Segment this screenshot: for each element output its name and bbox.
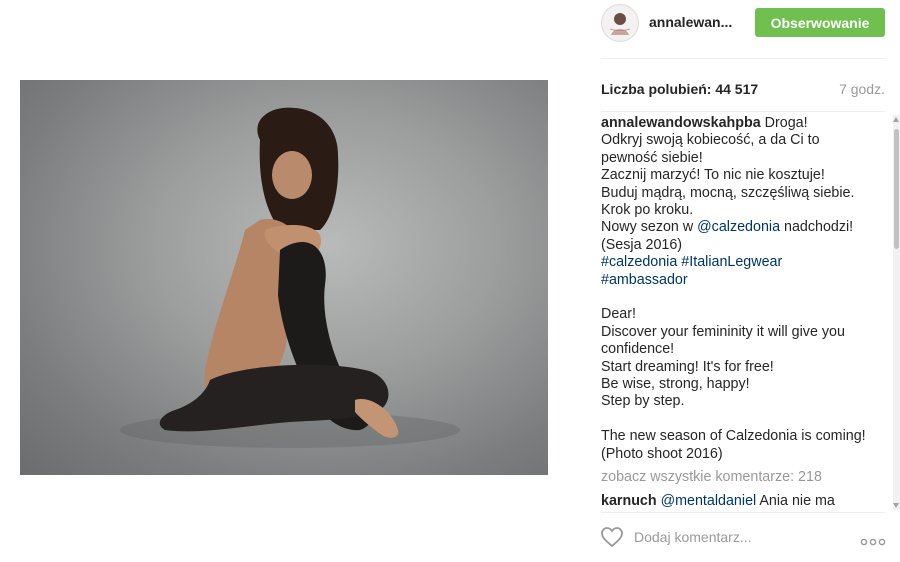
caption-line: The new season of Calzedonia is coming! bbox=[601, 428, 866, 445]
ellipsis-icon[interactable] bbox=[860, 533, 886, 546]
caption-line: Step by step. bbox=[601, 393, 685, 410]
scrollbar-thumb[interactable] bbox=[894, 129, 899, 249]
mention-link[interactable]: @calzedonia bbox=[697, 219, 780, 235]
hashtag-link[interactable]: #calzedonia bbox=[601, 254, 677, 270]
post-time[interactable]: 7 godz. bbox=[839, 81, 885, 97]
hashtag-link[interactable]: #ItalianLegwear bbox=[681, 254, 782, 270]
caption-line: pewność siebie! bbox=[601, 149, 703, 166]
caption-line: (Photo shoot 2016) bbox=[601, 445, 723, 462]
caption-line: Odkryj swoją kobiecość, a da Ci to bbox=[601, 132, 820, 149]
likes-count[interactable]: Liczba polubień: 44 517 bbox=[601, 81, 758, 97]
comment-username[interactable]: karnuch bbox=[601, 493, 657, 509]
caption-text: Droga! bbox=[760, 115, 808, 131]
caption-first-line: annalewandowskahpba Droga! bbox=[601, 115, 881, 132]
caption-line: Start dreaming! It's for free! bbox=[601, 358, 774, 375]
header-divider bbox=[601, 58, 885, 59]
likes-divider bbox=[601, 111, 885, 112]
caption-username[interactable]: annalewandowskahpba bbox=[601, 115, 761, 131]
photo-illustration bbox=[120, 107, 460, 448]
comment-text: Ania nie ma bbox=[756, 492, 835, 509]
caption-line: confidence! bbox=[601, 341, 675, 358]
avatar[interactable] bbox=[601, 4, 639, 42]
caption-text: nadchodzi! bbox=[780, 219, 854, 236]
comments-scrollbar[interactable] bbox=[893, 115, 900, 510]
follow-button[interactable]: Obserwowanie bbox=[755, 8, 885, 37]
post-footer bbox=[598, 522, 900, 558]
caption-line: Krok po kroku. bbox=[601, 202, 694, 219]
likes-label: Liczba polubień: bbox=[601, 81, 712, 97]
post-photo[interactable] bbox=[20, 80, 548, 475]
caption-line: Buduj mądrą, mocną, szczęśliwą siebie. bbox=[601, 184, 855, 201]
caption-line: Dear! bbox=[601, 306, 636, 323]
scroll-down-arrow-icon[interactable] bbox=[893, 503, 899, 508]
caption-text: Nowy sezon w bbox=[601, 219, 698, 236]
hashtag-link[interactable]: #ambassador bbox=[601, 272, 688, 288]
caption-line: Be wise, strong, happy! bbox=[601, 376, 750, 393]
mention-link[interactable]: @mentaldaniel bbox=[661, 493, 757, 509]
scroll-up-arrow-icon[interactable] bbox=[893, 117, 899, 122]
post-header: annalewan... Obserwowanie bbox=[598, 0, 900, 47]
caption-line: Nowy sezon w @calzedonia nadchodzi! bbox=[601, 219, 881, 236]
hashtag-line: #ambassador bbox=[601, 272, 881, 289]
comments-section[interactable]: annalewandowskahpba Droga! Odkryj swoją … bbox=[601, 115, 881, 510]
likes-row: Liczba polubień: 44 517 7 godz. bbox=[601, 81, 885, 101]
author-username[interactable]: annalewan... bbox=[649, 14, 732, 30]
likes-number: 44 517 bbox=[715, 81, 759, 97]
footer-divider bbox=[601, 512, 885, 513]
caption-line: Discover your femininity it will give yo… bbox=[601, 323, 845, 340]
comment-item: karnuch @mentaldaniel Ania nie ma bbox=[601, 493, 881, 510]
heart-icon[interactable] bbox=[600, 526, 624, 548]
hashtag-line: #calzedonia #ItalianLegwear bbox=[601, 254, 881, 271]
caption-line: Zacznij marzyć! To nic nie kosztuje! bbox=[601, 167, 825, 184]
caption-line: (Sesja 2016) bbox=[601, 236, 683, 253]
comment-input[interactable] bbox=[634, 527, 834, 547]
view-all-comments-link[interactable]: zobacz wszystkie komentarze: 218 bbox=[601, 469, 881, 486]
